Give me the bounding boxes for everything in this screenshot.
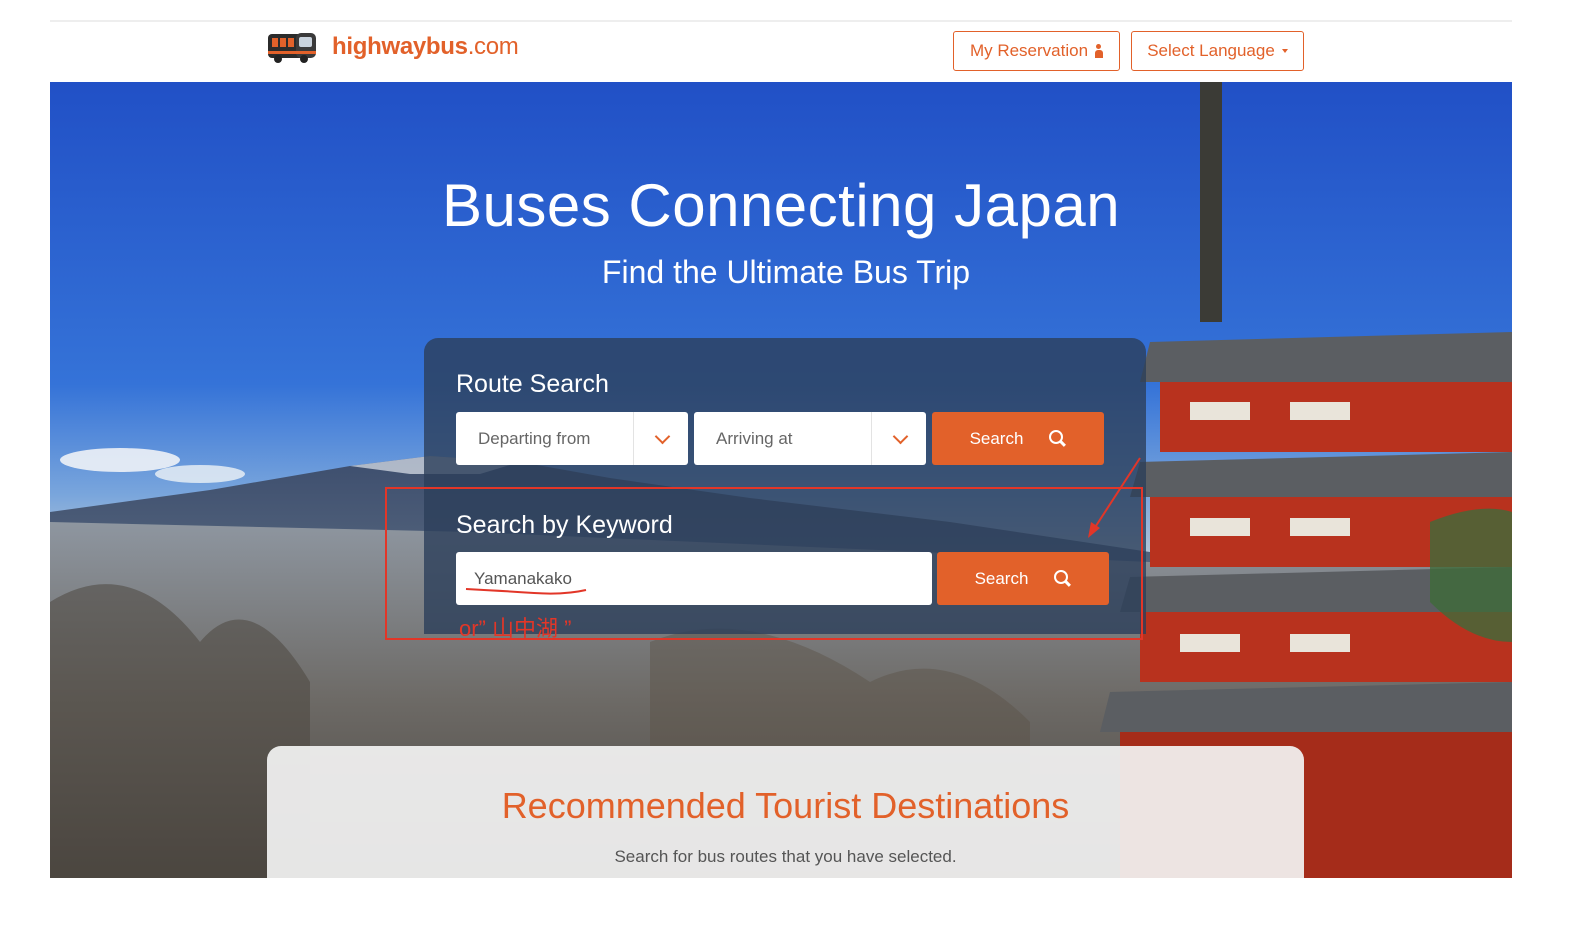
logo-wordmark: highwaybus.com [332,33,519,61]
hero-title: Buses Connecting Japan [441,172,1121,239]
caret-down-icon [1281,49,1288,53]
select-divider [871,412,872,465]
chevron-down-icon [892,428,909,445]
select-language-button[interactable]: Select Language [1131,31,1304,71]
arriving-at-select[interactable]: Arriving at [694,412,926,465]
person-icon [1095,44,1104,58]
route-search-button[interactable]: Search [932,412,1104,465]
annotation-arrow [1088,457,1141,538]
hero-banner: Buses Connecting Japan Find the Ultimate… [50,82,1512,878]
arriving-at-placeholder: Arriving at [716,429,793,448]
page: highwaybus.com My Reservation Select Lan… [0,0,1586,932]
logo-wordmark-domain: .com [467,33,519,60]
departing-from-select[interactable]: Departing from [456,412,688,465]
recommended-destinations-card: Recommended Tourist Destinations Search … [267,746,1304,878]
select-language-label: Select Language [1147,41,1275,60]
departing-from-placeholder: Departing from [478,429,591,448]
route-search-button-label: Search [969,428,1024,448]
bus-logo-icon [268,33,316,63]
search-icon [1049,430,1066,447]
annotation-note: or” 山中湖 ” [459,616,572,641]
chevron-down-icon [654,428,671,445]
site-logo[interactable]: highwaybus.com [266,28,519,66]
my-reservation-label: My Reservation [969,41,1089,60]
select-divider [633,412,634,465]
logo-wordmark-bold: highwaybus [332,33,468,60]
recommended-subtitle: Search for bus routes that you have sele… [614,847,957,866]
route-search-title: Route Search [456,370,609,398]
recommended-title: Recommended Tourist Destinations [501,785,1070,826]
hero-subtitle: Find the Ultimate Bus Trip [601,254,971,290]
header-divider [50,20,1512,22]
my-reservation-button[interactable]: My Reservation [953,31,1120,71]
